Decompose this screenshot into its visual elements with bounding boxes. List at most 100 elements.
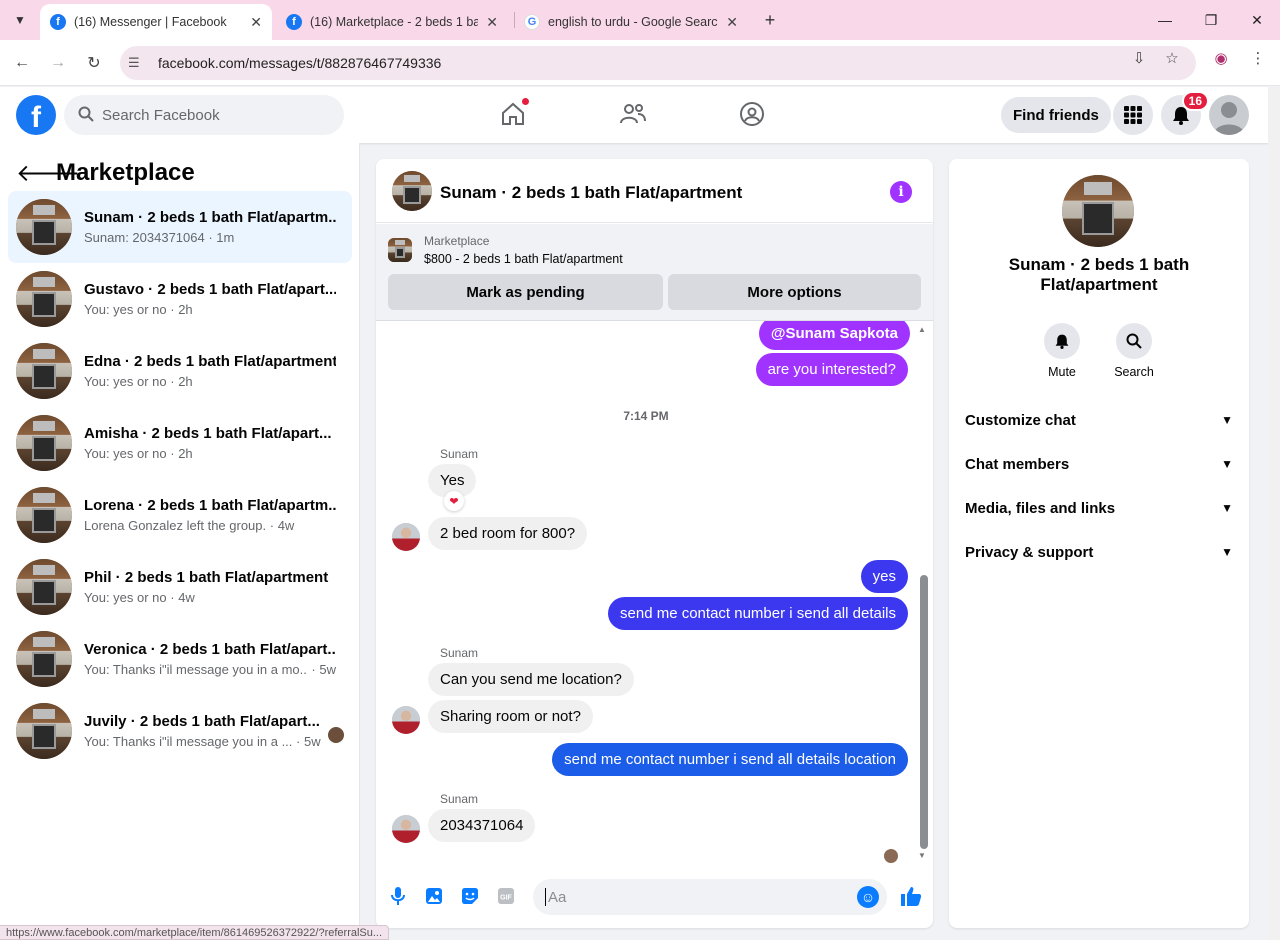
heart-reaction-icon[interactable]: ❤ — [444, 491, 464, 511]
incoming-message[interactable]: Sharing room or not? — [428, 700, 593, 733]
browser-tab-messenger[interactable]: f (16) Messenger | Facebook ✕ — [40, 4, 272, 40]
more-options-button[interactable]: More options — [668, 274, 921, 310]
incoming-message[interactable]: 2 bed room for 800? — [428, 517, 588, 550]
scroll-up-arrow-icon[interactable]: ▲ — [918, 325, 926, 334]
listing-thumbnail[interactable] — [392, 171, 432, 211]
close-tab-icon[interactable]: ✕ — [250, 14, 262, 31]
conversation-name: Phil · 2 beds 1 bath Flat/apartment — [84, 569, 329, 586]
panel-title: Marketplace — [56, 159, 195, 186]
bookmark-star-icon[interactable]: ☆ — [1162, 48, 1182, 68]
seen-avatar — [328, 727, 344, 743]
outgoing-message[interactable]: are you interested? — [755, 353, 908, 386]
listing-thumbnail — [16, 199, 72, 255]
microphone-icon[interactable] — [387, 885, 409, 907]
sticker-icon[interactable] — [459, 885, 481, 907]
close-tab-icon[interactable]: ✕ — [726, 14, 738, 31]
conversation-item[interactable]: Veronica · 2 beds 1 bath Flat/apart... Y… — [8, 623, 352, 695]
restore-icon[interactable]: ❐ — [1199, 8, 1223, 32]
facebook-icon: f — [286, 14, 302, 30]
outgoing-message[interactable]: yes — [860, 560, 908, 593]
back-icon[interactable]: ← — [10, 51, 34, 75]
search-in-conversation-button[interactable]: Search — [1104, 323, 1164, 379]
chat-title[interactable]: Sunam · 2 beds 1 bath Flat/apartment — [440, 183, 742, 203]
media-files-links-section[interactable]: Media, files and links ▼ — [965, 496, 1233, 520]
conversation-item[interactable]: Edna · 2 beds 1 bath Flat/apartment You:… — [8, 335, 352, 407]
profile-icon[interactable]: ◉ — [1211, 48, 1231, 68]
conversation-time: 5w — [319, 662, 336, 677]
photo-icon[interactable] — [423, 885, 445, 907]
sender-avatar[interactable] — [392, 815, 420, 843]
minimize-icon[interactable]: — — [1153, 8, 1177, 32]
emoji-icon[interactable]: ☺ — [857, 886, 879, 908]
reload-icon[interactable]: ↻ — [82, 51, 106, 75]
message-input[interactable]: Aa ☺ — [533, 879, 887, 915]
forward-icon[interactable]: → — [46, 51, 70, 75]
page-scrollbar[interactable] — [1268, 87, 1280, 940]
mute-button[interactable]: Mute — [1032, 323, 1092, 379]
read-receipt-avatar — [884, 849, 898, 863]
conversation-item[interactable]: Phil · 2 beds 1 bath Flat/apartment You:… — [8, 551, 352, 623]
browser-tab-google[interactable]: G english to urdu - Google Search ✕ — [514, 4, 748, 40]
message-text: Can you send me location? — [440, 671, 622, 688]
marketplace-label: Marketplace — [424, 234, 490, 248]
chevron-down-icon: ▼ — [1221, 545, 1233, 559]
section-label: Chat members — [965, 455, 1070, 473]
facebook-search-input[interactable]: Search Facebook — [64, 95, 344, 135]
customize-chat-section[interactable]: Customize chat ▼ — [965, 408, 1233, 432]
listing-thumbnail — [16, 415, 72, 471]
address-bar[interactable]: ☰ facebook.com/messages/t/88287646774933… — [120, 46, 1196, 80]
groups-icon[interactable] — [737, 99, 767, 129]
menu-grid-icon[interactable] — [1113, 95, 1153, 135]
listing-thumbnail[interactable] — [388, 238, 412, 262]
sender-avatar[interactable] — [392, 706, 420, 734]
conversation-item[interactable]: Lorena · 2 beds 1 bath Flat/apartm... Lo… — [8, 479, 352, 551]
gif-icon[interactable]: GIF — [495, 885, 517, 907]
sender-avatar[interactable] — [392, 523, 420, 551]
facebook-header: f Search Facebook Find friends 16 — [0, 87, 1268, 143]
browser-tab-marketplace[interactable]: f (16) Marketplace - 2 beds 1 bath ✕ — [276, 4, 508, 40]
info-icon[interactable]: i — [890, 181, 912, 203]
close-tab-icon[interactable]: ✕ — [486, 14, 498, 31]
close-window-icon[interactable]: ✕ — [1245, 8, 1269, 32]
message-scrollbar[interactable] — [920, 575, 928, 849]
listing-thumbnail — [16, 271, 72, 327]
home-icon[interactable] — [498, 97, 530, 129]
conversation-item[interactable]: Juvily · 2 beds 1 bath Flat/apart... You… — [8, 695, 352, 767]
scroll-down-arrow-icon[interactable]: ▼ — [918, 851, 926, 860]
outgoing-message[interactable]: send me contact number i send all detail… — [552, 743, 908, 776]
conversation-item[interactable]: Amisha · 2 beds 1 bath Flat/apart... You… — [8, 407, 352, 479]
conversation-time: 2h — [178, 302, 193, 317]
site-info-icon[interactable]: ☰ — [128, 55, 148, 71]
account-avatar[interactable] — [1209, 95, 1249, 135]
notifications-bell-icon[interactable]: 16 — [1161, 91, 1209, 135]
facebook-logo-icon[interactable]: f — [16, 95, 56, 135]
privacy-support-section[interactable]: Privacy & support ▼ — [965, 540, 1233, 564]
mark-as-pending-button[interactable]: Mark as pending — [388, 274, 663, 310]
incoming-message[interactable]: Can you send me location? — [428, 663, 634, 696]
listing-price-title[interactable]: $800 - 2 beds 1 bath Flat/apartment — [424, 252, 623, 266]
thumbs-up-icon[interactable] — [899, 884, 923, 908]
section-label: Privacy & support — [965, 543, 1094, 561]
new-tab-icon[interactable]: + — [758, 8, 782, 32]
find-friends-button[interactable]: Find friends — [1001, 97, 1111, 133]
browser-toolbar: ← → ↻ ☰ facebook.com/messages/t/88287646… — [0, 40, 1280, 86]
tab-search-dropdown-icon[interactable]: ▼ — [8, 8, 32, 32]
message-list[interactable]: @Sunam Sapkota are you interested? 7:14 … — [376, 321, 933, 866]
conversation-item[interactable]: Sunam · 2 beds 1 bath Flat/apartm... Sun… — [8, 191, 352, 263]
chat-members-section[interactable]: Chat members ▼ — [965, 452, 1233, 476]
friends-icon[interactable] — [618, 99, 648, 129]
incoming-message[interactable]: 2034371064 — [428, 809, 536, 842]
listing-thumbnail — [16, 559, 72, 615]
install-app-icon[interactable]: ⇩ — [1129, 48, 1149, 68]
svg-text:GIF: GIF — [500, 895, 512, 902]
message-text: 2034371064 — [440, 817, 524, 834]
conversation-item[interactable]: Gustavo · 2 beds 1 bath Flat/apart... Yo… — [8, 263, 352, 335]
listing-photo[interactable] — [1062, 175, 1134, 247]
listing-thumbnail — [16, 487, 72, 543]
outgoing-message[interactable]: send me contact number i send all detail… — [608, 597, 908, 630]
back-arrow-icon[interactable]: 🡐 — [16, 158, 80, 188]
menu-kebab-icon[interactable]: ⋮ — [1248, 48, 1268, 68]
outgoing-message[interactable]: @Sunam Sapkota — [758, 321, 910, 350]
marketplace-chats-panel: 🡐 Marketplace Sunam · 2 beds 1 bath Flat… — [0, 143, 360, 940]
tab-title: (16) Messenger | Facebook — [74, 15, 227, 29]
